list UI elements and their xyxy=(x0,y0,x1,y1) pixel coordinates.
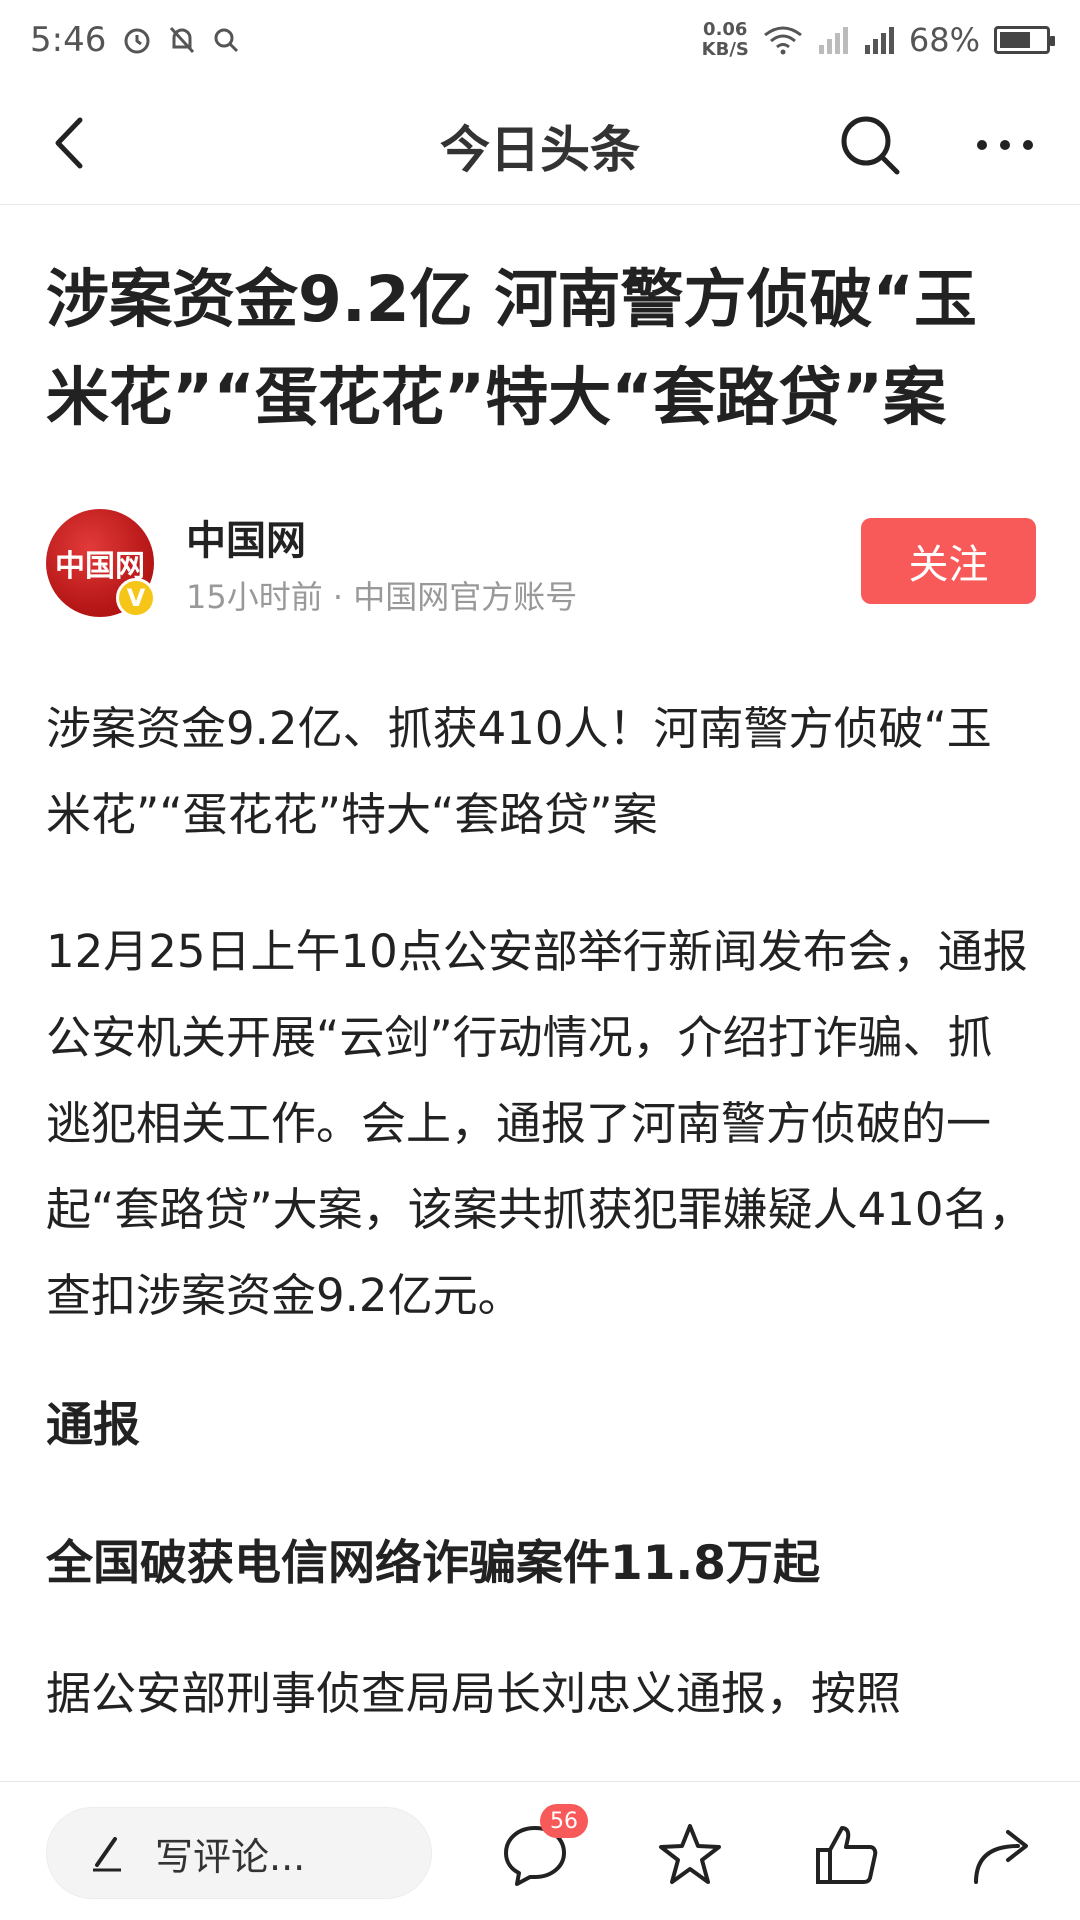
author-meta: 15小时前 · 中国网官方账号 xyxy=(186,578,578,616)
section-heading: 通报 xyxy=(46,1398,140,1453)
net-speed-unit: KB/S xyxy=(701,39,749,60)
section-heading: 全国破获电信网络诈骗案件11.8万起 xyxy=(46,1536,820,1591)
status-right: 0.06 KB/S 68% xyxy=(702,20,1055,60)
verified-badge: V xyxy=(116,578,156,618)
pen-icon xyxy=(93,1837,121,1872)
network-speed: 0.06 KB/S xyxy=(702,20,749,60)
article-headline: 涉案资金9.2亿 河南警方侦破“玉米花”“蛋花花”特大“套路贷”案 xyxy=(46,263,977,434)
bottom-bar: 写评论... 56 xyxy=(0,1781,1080,1920)
status-left: 5:46 xyxy=(30,20,240,60)
search-icon xyxy=(214,28,239,53)
comment-input[interactable]: 写评论... xyxy=(46,1807,432,1899)
signal-icon xyxy=(864,27,894,54)
signal-icon xyxy=(818,27,848,54)
wifi-icon xyxy=(763,26,802,55)
follow-button[interactable]: 关注 xyxy=(861,518,1036,604)
alarm-icon xyxy=(124,28,150,54)
author-name[interactable]: 中国网 xyxy=(186,508,306,566)
comment-count-badge: 56 xyxy=(540,1804,588,1838)
status-bar: 5:46 0.06 KB/S 68% xyxy=(0,0,1080,80)
app-title: 今日头条 xyxy=(440,121,640,179)
paragraph: 据公安部刑事侦查局局长刘忠义通报，按照 xyxy=(46,1667,902,1720)
more-icon[interactable] xyxy=(970,110,1040,180)
article[interactable]: 涉案资金9.2亿 河南警方侦破“玉米花”“蛋花花”特大“套路贷”案 中国网 V … xyxy=(0,206,1080,1781)
author-row: 中国网 V 中国网 15小时前 · 中国网官方账号 关注 xyxy=(46,506,1036,621)
clock: 5:46 xyxy=(30,20,107,60)
paragraph: 涉案资金9.2亿、抓获410人！河南警方侦破“玉米花”“蛋花花”特大“套路贷”案 xyxy=(46,702,992,841)
thumbs-up-icon[interactable] xyxy=(812,1820,882,1890)
battery-level xyxy=(1000,32,1030,48)
paragraph: 12月25日上午10点公安部举行新闻发布会，通报公安机关开展“云剑”行动情况，介… xyxy=(46,925,1034,1322)
battery-icon xyxy=(994,26,1055,54)
battery-percent: 68% xyxy=(908,21,980,59)
share-icon[interactable] xyxy=(968,1820,1038,1890)
comment-placeholder: 写评论... xyxy=(155,1834,306,1879)
mute-icon xyxy=(170,26,195,54)
nav-bar: 今日头条 xyxy=(0,80,1080,205)
net-speed-value: 0.06 xyxy=(703,19,748,40)
search-icon[interactable] xyxy=(835,110,905,180)
star-icon[interactable] xyxy=(655,1820,725,1890)
